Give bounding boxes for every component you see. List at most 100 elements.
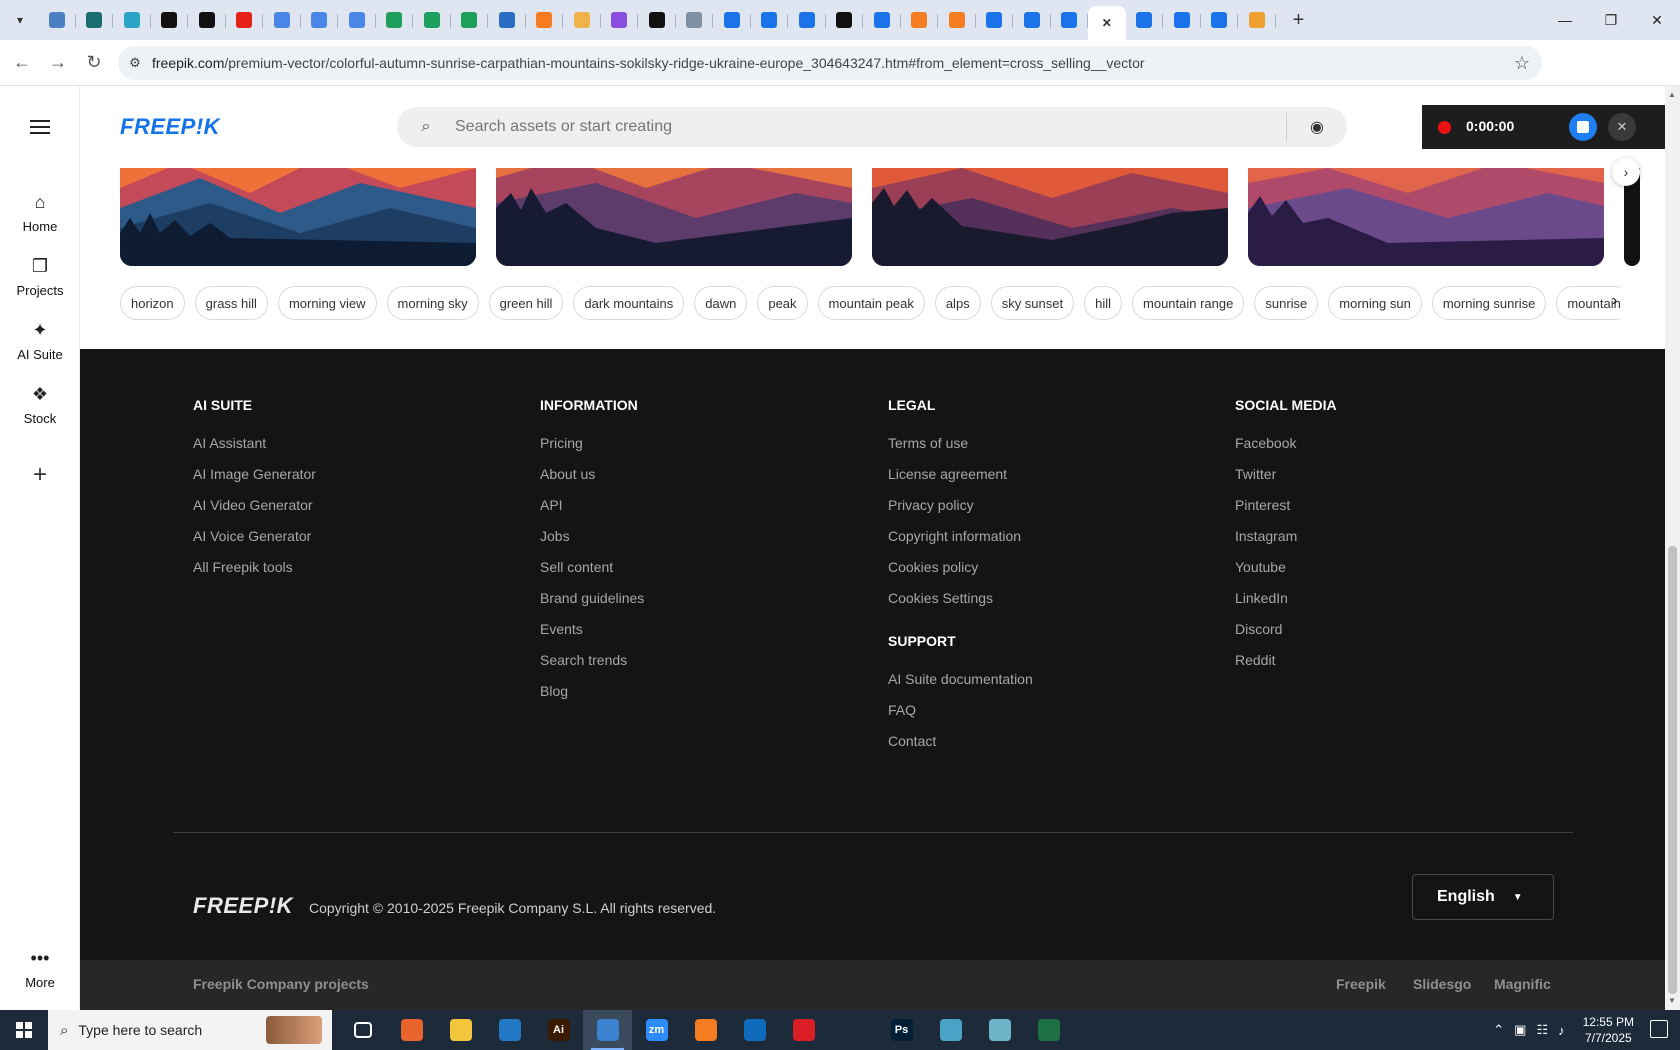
tag-chip[interactable]: peak — [757, 286, 808, 320]
start-button[interactable] — [0, 1010, 48, 1050]
footer-link[interactable]: Facebook — [1235, 435, 1337, 466]
browser-tab[interactable] — [188, 4, 226, 36]
taskbar-app[interactable] — [583, 1010, 632, 1050]
wifi-icon[interactable]: ☷ — [1536, 1022, 1548, 1038]
project-link-magnific[interactable]: Magnific — [1494, 976, 1551, 992]
tag-chip[interactable]: horizon — [120, 286, 185, 320]
footer-link[interactable]: Brand guidelines — [540, 590, 644, 621]
volume-icon[interactable]: ♪ — [1558, 1023, 1565, 1038]
footer-link[interactable]: Instagram — [1235, 528, 1337, 559]
browser-tab[interactable] — [1051, 4, 1089, 36]
taskbar-app[interactable] — [730, 1010, 779, 1050]
browser-tab[interactable] — [451, 4, 489, 36]
browser-tab[interactable] — [263, 4, 301, 36]
restore-button[interactable]: ❐ — [1588, 0, 1634, 40]
footer-link[interactable]: Cookies Settings — [888, 590, 1033, 621]
taskbar-app[interactable]: zm — [632, 1010, 681, 1050]
sidebar-item-stock[interactable]: ❖ Stock — [0, 384, 80, 426]
footer-link[interactable]: AI Video Generator — [193, 497, 316, 528]
footer-link[interactable]: Blog — [540, 683, 644, 714]
sidebar-item-ai-suite[interactable]: ✦ AI Suite — [0, 320, 80, 362]
clock[interactable]: 12:55 PM 7/7/2025 — [1583, 1014, 1634, 1046]
carousel-next-button[interactable]: › — [1612, 158, 1640, 186]
footer-link[interactable]: Jobs — [540, 528, 644, 559]
close-window-button[interactable]: ✕ — [1634, 0, 1680, 40]
footer-link[interactable]: Contact — [888, 733, 1033, 764]
footer-link[interactable]: Privacy policy — [888, 497, 1033, 528]
tag-chip[interactable]: mountain — [1556, 286, 1620, 320]
footer-link[interactable]: Discord — [1235, 621, 1337, 652]
related-image-thumbnail[interactable] — [120, 168, 476, 266]
stop-recording-button[interactable] — [1569, 113, 1597, 141]
footer-link[interactable]: LinkedIn — [1235, 590, 1337, 621]
tag-chip[interactable]: grass hill — [194, 286, 268, 320]
scroll-down-icon[interactable]: ▼ — [1668, 996, 1676, 1005]
browser-tab[interactable] — [226, 4, 264, 36]
browser-tab[interactable] — [413, 4, 451, 36]
add-tool-button[interactable]: + — [20, 455, 60, 495]
footer-link[interactable]: FAQ — [888, 702, 1033, 733]
forward-button[interactable]: → — [40, 45, 76, 81]
tag-chip[interactable]: morning sun — [1328, 286, 1422, 320]
address-bar[interactable]: ⚙ freepik.com/premium-vector/colorful-au… — [118, 46, 1542, 80]
browser-tab[interactable] — [976, 4, 1014, 36]
browser-tab[interactable] — [788, 4, 826, 36]
hamburger-menu-icon[interactable] — [30, 120, 50, 134]
taskbar-app[interactable] — [485, 1010, 534, 1050]
tag-chip[interactable]: mountain peak — [817, 286, 925, 320]
browser-tab[interactable] — [338, 4, 376, 36]
browser-tab[interactable] — [563, 4, 601, 36]
language-selector[interactable]: English ▼ — [1412, 874, 1554, 920]
taskbar-app[interactable] — [779, 1010, 828, 1050]
footer-link[interactable]: Copyright information — [888, 528, 1033, 559]
browser-tab[interactable] — [526, 4, 564, 36]
browser-tab[interactable] — [826, 4, 864, 36]
footer-link[interactable]: License agreement — [888, 466, 1033, 497]
footer-link[interactable]: AI Image Generator — [193, 466, 316, 497]
reload-button[interactable]: ↻ — [76, 45, 112, 81]
footer-link[interactable]: Cookies policy — [888, 559, 1033, 590]
browser-tab[interactable] — [38, 4, 76, 36]
browser-tab[interactable] — [488, 4, 526, 36]
browser-tab[interactable] — [901, 4, 939, 36]
tag-chip[interactable]: morning sunrise — [1431, 286, 1547, 320]
taskbar-app[interactable]: Ps — [877, 1010, 926, 1050]
footer-link[interactable]: Pinterest — [1235, 497, 1337, 528]
footer-link[interactable]: Events — [540, 621, 644, 652]
footer-logo[interactable]: FREEP!K — [193, 893, 293, 919]
notifications-icon[interactable] — [1650, 1020, 1668, 1038]
browser-tab[interactable] — [1013, 4, 1051, 36]
sidebar-item-more[interactable]: ••• More — [0, 948, 80, 990]
tag-chip[interactable]: sunrise — [1254, 286, 1319, 320]
scrollbar-thumb[interactable] — [1668, 546, 1677, 994]
freepik-logo[interactable]: FREEP!K — [120, 114, 220, 140]
browser-tab[interactable] — [1126, 4, 1164, 36]
sidebar-item-projects[interactable]: ❐ Projects — [0, 256, 80, 298]
project-link-freepik[interactable]: Freepik — [1336, 976, 1386, 992]
back-button[interactable]: ← — [4, 45, 40, 81]
mic-muted-icon[interactable]: ✕ — [1608, 113, 1636, 141]
footer-link[interactable]: AI Voice Generator — [193, 528, 316, 559]
tag-chip[interactable]: dawn — [694, 286, 748, 320]
browser-tab[interactable] — [751, 4, 789, 36]
browser-tab[interactable] — [938, 4, 976, 36]
footer-link[interactable]: All Freepik tools — [193, 559, 316, 590]
browser-tab[interactable] — [1238, 4, 1276, 36]
search-input[interactable] — [455, 118, 1286, 136]
taskbar-app[interactable] — [926, 1010, 975, 1050]
taskbar-app[interactable] — [338, 1010, 387, 1050]
footer-link[interactable]: AI Assistant — [193, 435, 316, 466]
new-tab-button[interactable]: + — [1284, 5, 1314, 35]
page-scrollbar[interactable]: ▲ ▼ — [1665, 86, 1680, 1010]
browser-tab[interactable] — [113, 4, 151, 36]
tag-chip[interactable]: morning view — [277, 286, 377, 320]
taskbar-app[interactable] — [828, 1010, 877, 1050]
footer-link[interactable]: Pricing — [540, 435, 644, 466]
browser-tab[interactable] — [376, 4, 414, 36]
tag-chip[interactable]: dark mountains — [573, 286, 685, 320]
site-info-icon[interactable]: ⚙ — [118, 55, 152, 71]
taskbar-search[interactable]: ⌕ Type here to search — [48, 1010, 332, 1050]
browser-tab[interactable] — [601, 4, 639, 36]
tag-chip[interactable]: sky sunset — [990, 286, 1075, 320]
tag-chip[interactable]: hill — [1084, 286, 1123, 320]
